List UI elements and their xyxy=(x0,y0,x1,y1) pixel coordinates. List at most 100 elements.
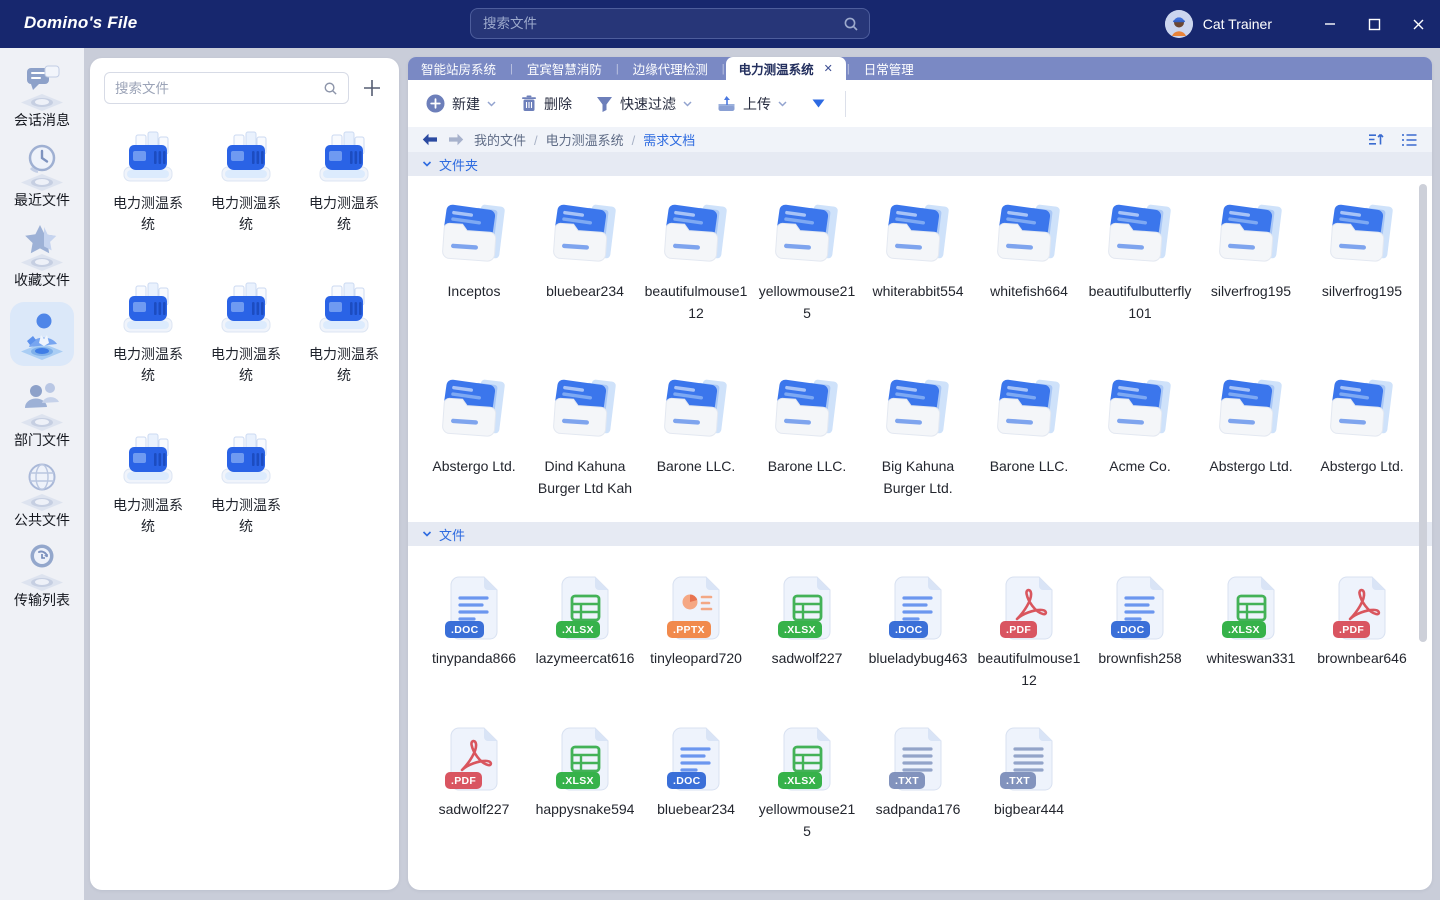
file-item[interactable]: .DOCbluebear234 xyxy=(644,727,748,821)
folder-item[interactable]: yellowmouse215 xyxy=(755,202,859,324)
tree-folder-item[interactable]: 电力测温系统 xyxy=(198,281,294,386)
file-name: whiteswan331 xyxy=(1199,648,1303,670)
breadcrumb-item[interactable]: 电力测温系统 xyxy=(546,133,624,148)
file-item[interactable]: .PDFbeautifulmouse112 xyxy=(977,576,1081,691)
tree-folder-item[interactable]: 电力测温系统 xyxy=(198,432,294,537)
tab-4[interactable]: 电力测温系统✕ xyxy=(726,57,846,80)
section-files-header[interactable]: 文件 xyxy=(408,522,1432,546)
tab-3[interactable]: 边缘代理检测 xyxy=(620,57,721,80)
file-type-badge: .XLSX xyxy=(778,772,822,789)
folder-item[interactable]: bluebear234 xyxy=(533,202,637,303)
user-name[interactable]: Cat Trainer xyxy=(1203,16,1272,32)
file-item[interactable]: .XLSXlazymeercat616 xyxy=(533,576,637,670)
sidebar-item-label: 最近文件 xyxy=(14,190,70,210)
folder-item[interactable]: Barone LLC. xyxy=(755,377,859,478)
breadcrumb-item[interactable]: 我的文件 xyxy=(474,133,526,148)
sidebar-item-star[interactable]: 收藏文件 xyxy=(0,222,84,294)
back-button[interactable] xyxy=(422,133,438,146)
file-item[interactable]: .TXTbigbear444 xyxy=(977,727,1081,821)
vertical-scrollbar[interactable] xyxy=(1419,184,1427,642)
sidebar-item-team[interactable]: 部门文件 xyxy=(0,382,84,454)
tree-folder-item[interactable]: 电力测温系统 xyxy=(296,281,392,386)
tab-1[interactable]: 智能站房系统 xyxy=(408,57,509,80)
sidebar-item-globe[interactable]: 公共文件 xyxy=(0,462,84,534)
folder-icon xyxy=(769,377,845,448)
sidebar-item-user[interactable] xyxy=(10,302,74,366)
forward-button[interactable] xyxy=(448,133,464,146)
panel-search-input[interactable] xyxy=(115,81,323,96)
folder-item[interactable]: Abstergo Ltd. xyxy=(1199,377,1303,478)
tab-bar: 智能站房系统|宜宾智慧消防|边缘代理检测|电力测温系统✕|日常管理 xyxy=(408,57,1432,80)
folder-item[interactable]: beautifulbutterfly101 xyxy=(1088,202,1192,324)
file-xlsx-icon: .XLSX xyxy=(558,727,612,791)
tab-label: 日常管理 xyxy=(864,59,914,78)
section-folders-header[interactable]: 文件夹 xyxy=(408,152,1432,176)
file-item[interactable]: .XLSXwhiteswan331 xyxy=(1199,576,1303,670)
file-item[interactable]: .PDF sadwolf227 xyxy=(422,727,526,821)
file-item[interactable]: .XLSX happysnake594 xyxy=(533,727,637,821)
add-folder-button[interactable] xyxy=(357,73,387,103)
tab-close-icon[interactable]: ✕ xyxy=(824,62,833,75)
folder-item[interactable]: Barone LLC. xyxy=(644,377,748,478)
tree-folder-item[interactable]: 电力测温系统 xyxy=(100,432,196,537)
folder-icon xyxy=(1213,377,1289,448)
folder-item[interactable]: Abstergo Ltd. xyxy=(422,377,526,478)
folder-item[interactable]: Acme Co. xyxy=(1088,377,1192,478)
file-type-badge: .TXT xyxy=(1000,772,1036,789)
folder-item[interactable]: beautifulmouse112 xyxy=(644,202,748,324)
sort-ascending-icon[interactable] xyxy=(1368,132,1385,147)
tab-2[interactable]: 宜宾智慧消防 xyxy=(514,57,615,80)
file-doc-icon: .DOC xyxy=(669,727,723,791)
upload-button[interactable]: 上传 xyxy=(717,94,788,114)
file-item[interactable]: .DOCbrownfish258 xyxy=(1088,576,1192,670)
star-icon xyxy=(15,222,69,268)
list-view-icon[interactable] xyxy=(1401,133,1418,147)
tab-5[interactable]: 日常管理 xyxy=(851,57,927,80)
tree-folder-item[interactable]: 电力测温系统 xyxy=(296,130,392,235)
tree-folder-item[interactable]: 电力测温系统 xyxy=(100,130,196,235)
sidebar-item-transfer[interactable]: 传输列表 xyxy=(0,542,84,614)
sidebar-item-label: 公共文件 xyxy=(14,510,70,530)
global-search-input[interactable] xyxy=(483,16,843,31)
new-button[interactable]: 新建 xyxy=(426,94,497,114)
folder-item[interactable]: silverfrog195 xyxy=(1199,202,1303,303)
quick-filter-button[interactable]: 快速过滤 xyxy=(596,94,693,114)
file-item[interactable]: .XLSXsadwolf227 xyxy=(755,576,859,670)
panel-search[interactable] xyxy=(104,72,349,104)
folder-icon xyxy=(1324,377,1400,448)
sidebar-item-clock[interactable]: 最近文件 xyxy=(0,142,84,214)
archive-box-icon xyxy=(313,281,375,340)
folder-item[interactable]: Big Kahuna Burger Ltd. xyxy=(866,377,970,499)
file-item[interactable]: .PPTXtinyleopard720 xyxy=(644,576,748,670)
minimize-button[interactable] xyxy=(1308,0,1352,48)
close-button[interactable] xyxy=(1396,0,1440,48)
folder-item[interactable]: Inceptos xyxy=(422,202,526,303)
team-icon xyxy=(15,382,69,428)
folder-item[interactable]: whiterabbit554 xyxy=(866,202,970,303)
folder-item[interactable]: Abstergo Ltd. xyxy=(1310,377,1414,478)
tree-folder-item[interactable]: 电力测温系统 xyxy=(100,281,196,386)
folder-item[interactable]: silverfrog195 xyxy=(1310,202,1414,303)
folder-item[interactable]: Barone LLC. xyxy=(977,377,1081,478)
more-actions-caret[interactable] xyxy=(812,99,825,108)
file-item[interactable]: .XLSXyellowmouse215 xyxy=(755,727,859,842)
chat-icon xyxy=(15,62,69,108)
delete-button[interactable]: 删除 xyxy=(521,94,572,114)
file-type-badge: .PDF xyxy=(445,772,482,789)
file-name: happysnake594 xyxy=(533,799,637,821)
folder-name: silverfrog195 xyxy=(1199,281,1303,303)
global-search[interactable] xyxy=(470,8,870,39)
maximize-button[interactable] xyxy=(1352,0,1396,48)
file-item[interactable]: .DOCtinypanda866 xyxy=(422,576,526,670)
file-item[interactable]: .TXTsadpanda176 xyxy=(866,727,970,821)
tree-folder-item[interactable]: 电力测温系统 xyxy=(198,130,294,235)
sidebar-item-chat[interactable]: 会话消息 xyxy=(0,62,84,134)
file-item[interactable]: .DOCblueladybug463 xyxy=(866,576,970,670)
breadcrumb-item[interactable]: 需求文档 xyxy=(643,133,695,148)
user-avatar[interactable] xyxy=(1165,10,1193,38)
file-name: sadwolf227 xyxy=(422,799,526,821)
folder-name: beautifulmouse112 xyxy=(644,281,748,324)
folder-item[interactable]: Dind Kahuna Burger Ltd Kah xyxy=(533,377,637,499)
folder-item[interactable]: whitefish664 xyxy=(977,202,1081,303)
file-item[interactable]: .PDFbrownbear646 xyxy=(1310,576,1414,670)
